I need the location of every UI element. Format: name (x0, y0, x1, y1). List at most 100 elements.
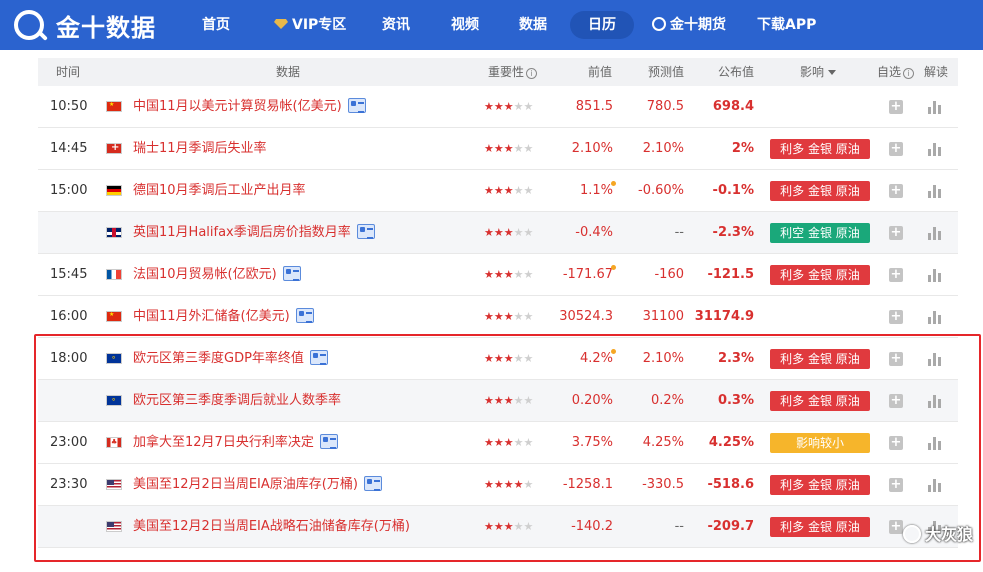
row-previous: -140.2 (571, 519, 613, 534)
impact-badge: 利多 金银 原油 (770, 517, 870, 537)
document-icon[interactable] (282, 266, 301, 281)
row-time: 16:00 (50, 309, 88, 324)
indicator-name-text: 加拿大至12月7日央行利率决定 (133, 435, 314, 450)
impact-badge: 利多 金银 原油 (770, 181, 870, 201)
indicator-name-text: 法国10月贸易帐(亿欧元) (133, 267, 277, 282)
row-time: 23:00 (50, 435, 88, 450)
row-actual: 0.3% (717, 393, 754, 408)
bar-chart-icon[interactable] (928, 269, 942, 282)
importance-stars: ★★★★★ (484, 478, 534, 491)
row-forecast: 2.10% (642, 351, 684, 366)
header-time: 时间 (56, 65, 81, 79)
bar-chart-icon[interactable] (928, 143, 942, 156)
document-icon[interactable] (309, 350, 328, 365)
bar-chart-icon[interactable] (928, 227, 942, 240)
header-watch-label: 自选 (877, 65, 902, 79)
header-actual: 公布值 (718, 65, 755, 79)
row-indicator-name[interactable]: 美国至12月2日当周EIA战略石油储备库存(万桶) (133, 506, 410, 548)
add-watch-button[interactable]: + (889, 352, 903, 366)
row-forecast: 4.25% (642, 435, 684, 450)
add-watch-button[interactable]: + (889, 100, 903, 114)
document-icon[interactable] (356, 224, 375, 239)
add-watch-button[interactable]: + (889, 310, 903, 324)
row-forecast: -- (674, 519, 684, 534)
nav-item-vip[interactable]: VIP专区 (262, 11, 358, 39)
importance-stars: ★★★★★ (484, 226, 534, 239)
header-watch[interactable]: 自选 i (877, 58, 915, 86)
row-forecast: -- (674, 225, 684, 240)
indicator-name-text: 瑞士11月季调后失业率 (133, 141, 267, 156)
header-importance-label: 重要性 (488, 65, 525, 79)
nav-item-label: 金十期货 (670, 17, 726, 33)
bar-chart-icon[interactable] (928, 395, 942, 408)
bar-chart-icon[interactable] (928, 479, 942, 492)
nav-item-label: 视频 (451, 17, 479, 33)
nav-item-label: VIP专区 (292, 17, 347, 33)
add-watch-button[interactable]: + (889, 520, 903, 534)
row-indicator-name[interactable]: 法国10月贸易帐(亿欧元) (133, 254, 301, 296)
add-watch-button[interactable]: + (889, 226, 903, 240)
importance-stars: ★★★★★ (484, 520, 534, 533)
importance-stars: ★★★★★ (484, 436, 534, 449)
nav-item-download-app[interactable]: 下载APP (745, 11, 828, 39)
table-row: 15:00 德国10月季调后工业产出月率 ★★★★★ 1.1% -0.60% -0.1% 利… (38, 170, 958, 212)
add-watch-button[interactable]: + (889, 268, 903, 282)
bar-chart-icon[interactable] (928, 353, 942, 366)
bar-chart-icon[interactable] (928, 311, 942, 324)
row-previous: 0.20% (571, 393, 613, 408)
add-watch-button[interactable]: + (889, 394, 903, 408)
row-time: 23:30 (50, 477, 88, 492)
add-watch-button[interactable]: + (889, 478, 903, 492)
row-previous: 2.10% (571, 141, 613, 156)
nav-item-label: 日历 (588, 17, 616, 33)
indicator-name-text: 英国11月Halifax季调后房价指数月率 (133, 225, 351, 240)
row-indicator-name[interactable]: 加拿大至12月7日央行利率决定 (133, 422, 338, 464)
row-forecast: 780.5 (646, 99, 684, 114)
nav-item-label: 数据 (519, 17, 547, 33)
row-indicator-name[interactable]: 英国11月Halifax季调后房价指数月率 (133, 212, 375, 254)
header-importance[interactable]: 重要性 i (488, 58, 538, 86)
add-watch-button[interactable]: + (889, 436, 903, 450)
add-watch-button[interactable]: + (889, 184, 903, 198)
nav-item-data[interactable]: 数据 (507, 11, 559, 39)
row-indicator-name[interactable]: 美国至12月2日当周EIA原油库存(万桶) (133, 464, 382, 506)
row-indicator-name[interactable]: 欧元区第三季度季调后就业人数季率 (133, 380, 341, 422)
row-indicator-name[interactable]: 中国11月外汇储备(亿美元) (133, 296, 314, 338)
bar-chart-icon[interactable] (928, 185, 942, 198)
row-actual: 2% (731, 141, 754, 156)
row-forecast: 0.2% (650, 393, 684, 408)
document-icon[interactable] (347, 98, 366, 113)
add-watch-button[interactable]: + (889, 142, 903, 156)
nav-item-label: 下载APP (757, 17, 817, 33)
header-impact[interactable]: 影响 (800, 58, 837, 86)
impact-badge: 利多 金银 原油 (770, 475, 870, 495)
nav-item-video[interactable]: 视频 (439, 11, 491, 39)
calendar-table: 时间 数据 重要性i 前值 预测值 公布值 影响 自选i 解读 10:50中国1… (38, 58, 958, 548)
row-indicator-name[interactable]: 欧元区第三季度GDP年率终值 (133, 338, 328, 380)
watermark: 大灰狼 (902, 522, 973, 548)
flag-ch-icon (106, 142, 122, 154)
bar-chart-icon[interactable] (928, 101, 942, 114)
flag-de-icon (106, 185, 122, 196)
table-row: 23:00 加拿大至12月7日央行利率决定 ★★★★★ 3.75% 4.25% 4.25%… (38, 422, 958, 464)
nav-item-futures[interactable]: 金十期货 (640, 11, 738, 39)
flag-cn-icon (106, 101, 122, 112)
table-row: 英国11月Halifax季调后房价指数月率 ★★★★★ -0.4% -- -2.3% 利空… (38, 212, 958, 254)
document-icon[interactable] (363, 476, 382, 491)
nav-item-calendar[interactable]: 日历 (570, 11, 634, 39)
row-previous: -1258.1 (562, 477, 613, 492)
table-header: 时间 数据 重要性 i 前值 预测值 公布值 影响 自选 i 解读 (38, 58, 958, 86)
row-indicator-name[interactable]: 德国10月季调后工业产出月率 (133, 170, 306, 212)
nav-item-home[interactable]: 首页 (190, 11, 242, 39)
info-icon: i (526, 68, 538, 79)
row-forecast: -0.60% (638, 183, 684, 198)
flag-uk-icon (106, 227, 122, 238)
bar-chart-icon[interactable] (928, 437, 942, 450)
document-icon[interactable] (319, 434, 338, 449)
document-icon[interactable] (295, 308, 314, 323)
nav-item-news[interactable]: 资讯 (370, 11, 422, 39)
row-indicator-name[interactable]: 瑞士11月季调后失业率 (133, 128, 267, 170)
table-body: 10:50 中国11月以美元计算贸易帐(亿美元) ★★★★★ 851.5 780.5 69… (38, 86, 958, 548)
logo[interactable]: 金十数据 (14, 8, 156, 42)
row-indicator-name[interactable]: 中国11月以美元计算贸易帐(亿美元) (133, 86, 366, 128)
